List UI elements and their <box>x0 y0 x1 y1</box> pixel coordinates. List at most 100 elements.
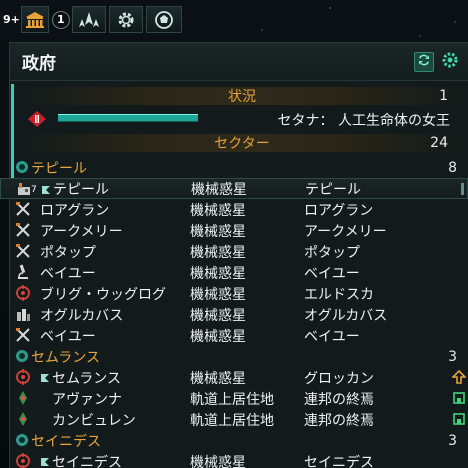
sector-group-row[interactable]: セイニデス 3 <box>0 430 468 451</box>
target-icon <box>15 453 31 468</box>
planet-row[interactable]: ベイユー 機械惑星 ベイユー <box>0 262 468 283</box>
planet-row[interactable]: ベイユー 機械惑星 ベイユー <box>0 325 468 346</box>
alert-diamond-icon <box>28 111 46 131</box>
planet-row[interactable]: カンビュレン 軌道上居住地 連邦の終焉 <box>0 409 468 430</box>
notification-count: 9+ <box>3 13 20 26</box>
status-count: 1 <box>439 88 448 104</box>
target-icon <box>15 285 31 301</box>
planet-row[interactable]: セムランス 機械惑星 グロッカン <box>0 367 468 388</box>
ship-icon <box>78 11 100 29</box>
planet-row[interactable]: アヴァンナ 軌道上居住地 連邦の終焉 <box>0 388 468 409</box>
building-icon[interactable] <box>452 391 466 409</box>
settings-button[interactable] <box>108 6 143 33</box>
planet-row[interactable]: セイニデス 機械惑星 セイニデス <box>0 451 468 468</box>
planet-type: 機械惑星 <box>190 244 246 261</box>
planet-name: オグルカバス <box>40 307 124 324</box>
fleet-button[interactable] <box>71 6 106 33</box>
ruler-name: セタナ： 人工生命体の女王 <box>277 113 450 129</box>
sectors-count: 24 <box>430 135 448 151</box>
factory-icon <box>16 181 32 197</box>
sector-planet-count: 3 <box>448 432 457 449</box>
planet-name: ベイユー <box>40 265 96 282</box>
planet-row[interactable]: 7 テピール 機械惑星 テピール <box>0 178 468 199</box>
capital-flag-icon <box>40 371 50 387</box>
planet-governor: 連邦の終焉 <box>304 412 374 429</box>
planet-name: ポタップ <box>40 244 96 261</box>
planet-governor: ポタップ <box>304 244 360 261</box>
sector-name: セイニデス <box>31 433 101 450</box>
planet-row[interactable]: オグルカバス 機械惑星 オグルカバス <box>0 304 468 325</box>
fleet-count-badge: 1 <box>51 10 70 29</box>
planet-name: アヴァンナ <box>52 391 122 408</box>
planet-type: 機械惑星 <box>190 223 246 240</box>
crossed-tools-icon <box>15 222 31 238</box>
ruler-status-row[interactable]: セタナ： 人工生命体の女王 <box>16 107 468 131</box>
planet-type: 軌道上居住地 <box>190 412 274 429</box>
planet-name: ブリグ・ウッグログ <box>40 286 166 303</box>
planet-row[interactable]: アークメリー 機械惑星 アークメリー <box>0 220 468 241</box>
sector-planet-count: 8 <box>448 159 457 176</box>
habitat-icon <box>15 411 31 427</box>
planet-name: セイニデス <box>52 454 122 468</box>
planet-name: セムランス <box>52 370 122 387</box>
planet-row[interactable]: ブリグ・ウッグログ 機械惑星 エルドスカ <box>0 283 468 304</box>
sectors-label: セクター <box>214 136 270 152</box>
habitat-icon <box>15 390 31 406</box>
progress-bar <box>58 114 198 122</box>
sector-group-row[interactable]: テピール 8 <box>0 157 468 178</box>
city-icon <box>15 306 31 322</box>
sector-list: テピール 8 7 テピール 機械惑星 テピール ロアグラン 機械惑星 ロアグラン… <box>0 157 468 468</box>
contacts-button[interactable] <box>145 6 182 33</box>
capital-flag-icon <box>41 183 51 199</box>
planet-type: 機械惑星 <box>190 454 246 468</box>
planet-name: テピール <box>53 181 109 198</box>
sector-icon <box>15 433 29 451</box>
sphere-icon <box>154 10 174 30</box>
planet-type: 機械惑星 <box>190 265 246 282</box>
planet-name: カンビュレン <box>52 412 136 429</box>
refresh-button[interactable] <box>414 51 434 72</box>
planet-governor: セイニデス <box>304 454 374 468</box>
planet-type: 機械惑星 <box>190 370 246 387</box>
panel-settings-button[interactable] <box>440 52 460 72</box>
planet-type: 機械惑星 <box>190 286 246 303</box>
sector-icon <box>15 349 29 367</box>
sectors-section-header: セクター 24 <box>16 134 468 152</box>
sector-group-row[interactable]: セムランス 3 <box>0 346 468 367</box>
planet-row[interactable]: ロアグラン 機械惑星 ロアグラン <box>0 199 468 220</box>
planet-level: 7 <box>31 185 37 195</box>
status-label: 状況 <box>228 89 256 105</box>
target-icon <box>15 369 31 385</box>
building-icon[interactable] <box>452 412 466 430</box>
gear-icon <box>116 10 136 30</box>
top-bar: 9+ 1 <box>0 5 190 34</box>
planet-name: ベイユー <box>40 328 96 345</box>
planet-name: ロアグラン <box>40 202 110 219</box>
microscope-icon <box>15 264 31 280</box>
planet-name: アークメリー <box>40 223 123 240</box>
planet-type: 軌道上居住地 <box>190 391 274 408</box>
planet-governor: オグルカバス <box>304 307 388 324</box>
planet-type: 機械惑星 <box>190 202 246 219</box>
planet-type: 機械惑星 <box>190 307 246 324</box>
capital-flag-icon <box>40 455 50 468</box>
settings-gear-icon <box>441 51 459 73</box>
upgrade-arrow-icon[interactable] <box>451 369 467 388</box>
scrollbar-handle[interactable] <box>461 183 464 195</box>
crossed-tools-icon <box>15 327 31 343</box>
planet-governor: アークメリー <box>304 223 387 240</box>
sector-icon <box>15 160 29 178</box>
government-button[interactable] <box>20 6 49 33</box>
planet-governor: エルドスカ <box>304 286 374 303</box>
planet-type: 機械惑星 <box>190 328 246 345</box>
planet-type: 機械惑星 <box>191 181 247 198</box>
sector-planet-count: 3 <box>448 348 457 365</box>
refresh-icon <box>417 52 431 71</box>
planet-row[interactable]: ポタップ 機械惑星 ポタップ <box>0 241 468 262</box>
sector-name: セムランス <box>31 349 101 366</box>
panel-header: 政府 <box>10 43 468 81</box>
sector-name: テピール <box>31 160 87 177</box>
planet-governor: ロアグラン <box>304 202 374 219</box>
planet-governor: 連邦の終焉 <box>304 391 374 408</box>
planet-governor: グロッカン <box>304 370 374 387</box>
